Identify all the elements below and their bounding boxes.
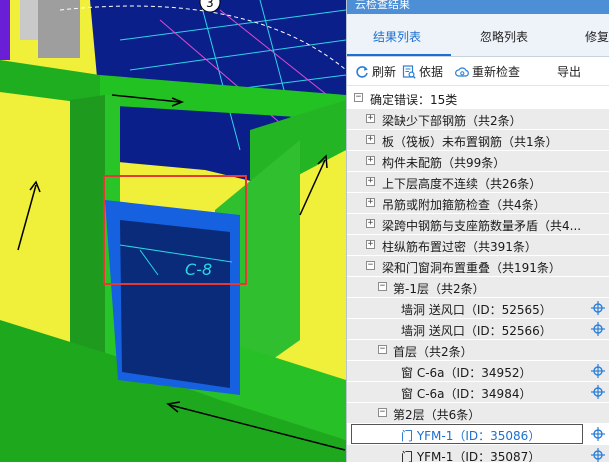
cloud-refresh-icon [455,66,469,77]
tree-category-label: 上下层高度不连续（共26条） [382,177,542,191]
cloud-check-panel: 云检查结果 结果列表 忽略列表 修复 刷新 依据 重新检查 导出 − 确定错误：… [346,0,609,462]
collapse-icon[interactable]: − [378,408,387,417]
viewport-canvas[interactable]: C-8 3 [0,0,346,462]
tree-root[interactable]: − 确定错误：15类 [347,88,609,109]
tree-item-label: 窗 C-6a（ID：34984） [401,387,532,401]
tree-item-label: 门 YFM-1（ID：35086） [401,429,541,443]
expand-icon[interactable]: + [366,114,375,123]
collapse-icon[interactable]: − [366,261,375,270]
expand-icon[interactable]: + [366,135,375,144]
tree-floor-label: 第-1层（共2条） [393,282,485,296]
tree-category-label: 构件未配筋（共99条） [382,156,506,170]
collapse-icon[interactable]: − [378,345,387,354]
refresh-icon [356,65,368,78]
tree-floor-label: 首层（共2条） [393,345,473,359]
tree-item[interactable]: 门 YFM-1（ID：35087） [347,445,609,462]
tree-category[interactable]: + 柱纵筋布置过密（共391条） [347,235,609,256]
refresh-button[interactable]: 刷新 [355,63,396,80]
expand-icon[interactable]: + [366,156,375,165]
collapse-icon[interactable]: − [354,93,363,102]
tab-ignore-list[interactable]: 忽略列表 [480,28,528,45]
locate-icon[interactable] [591,301,605,315]
tab-repair[interactable]: 修复 [585,28,609,45]
wall-tag-label: C-8 [185,260,212,279]
expand-icon[interactable]: + [366,240,375,249]
tree-floor[interactable]: − 第-1层（共2条） [347,277,609,298]
basis-button[interactable]: 依据 [402,63,443,80]
model-viewport[interactable]: C-8 3 [0,0,346,462]
recheck-button[interactable]: 重新检查 [455,63,520,80]
tree-item-selected[interactable]: 门 YFM-1（ID：35086） [347,424,609,445]
tree-floor[interactable]: − 首层（共2条） [347,340,609,361]
tree-category-label: 柱纵筋布置过密（共391条） [382,240,537,254]
tree-floor[interactable]: − 第2层（共6条） [347,403,609,424]
collapse-icon[interactable]: − [378,282,387,291]
basis-label: 依据 [419,65,444,79]
tree-category[interactable]: + 构件未配筋（共99条） [347,151,609,172]
tree-category[interactable]: + 板（筏板）未布置钢筋（共1条） [347,130,609,151]
refresh-label: 刷新 [372,65,397,79]
tab-active-indicator [347,54,451,56]
locate-icon[interactable] [591,385,605,399]
tree-item[interactable]: 墙洞 送风口（ID：52565） [347,298,609,319]
tree-item-label: 墙洞 送风口（ID：52565） [401,303,552,317]
tree-category[interactable]: + 梁跨中钢筋与支座筋数量矛盾（共4... [347,214,609,235]
expand-icon[interactable]: + [366,219,375,228]
tree-item[interactable]: 窗 C-6a（ID：34952） [347,361,609,382]
tree-category-label: 吊筋或附加箍筋检查（共4条） [382,198,546,212]
locate-icon[interactable] [591,322,605,336]
expand-icon[interactable]: + [366,177,375,186]
tree-item-label: 门 YFM-1（ID：35087） [401,450,541,462]
tab-bar: 结果列表 忽略列表 修复 [347,14,609,57]
tree-category[interactable]: + 上下层高度不连续（共26条） [347,172,609,193]
toolbar: 刷新 依据 重新检查 导出 [347,57,609,86]
tree-item[interactable]: 窗 C-6a（ID：34984） [347,382,609,403]
panel-title: 云检查结果 [347,0,609,14]
expand-icon[interactable]: + [366,198,375,207]
tab-result-list[interactable]: 结果列表 [373,28,421,45]
tree-category[interactable]: + 吊筋或附加箍筋检查（共4条） [347,193,609,214]
tree-item-label: 墙洞 送风口（ID：52566） [401,324,552,338]
tree-category-label: 梁缺少下部钢筋（共2条） [382,114,522,128]
tree-category-label: 梁跨中钢筋与支座筋数量矛盾（共4... [382,219,582,233]
tree-category[interactable]: + 梁缺少下部钢筋（共2条） [347,109,609,130]
tree-floor-label: 第2层（共6条） [393,408,481,422]
locate-icon[interactable] [591,448,605,462]
export-button[interactable]: 导出 [557,63,581,80]
document-search-icon [402,64,416,79]
tree-item-label: 窗 C-6a（ID：34952） [401,366,532,380]
locate-icon[interactable] [591,364,605,378]
recheck-label: 重新检查 [472,65,521,79]
tree-category-label: 梁和门窗洞布置重叠（共191条） [382,261,561,275]
tree-category-label: 板（筏板）未布置钢筋（共1条） [382,135,558,149]
locate-icon[interactable] [591,427,605,441]
marker-number: 3 [206,0,214,10]
tree-root-label: 确定错误：15类 [370,93,458,107]
tree-item[interactable]: 墙洞 送风口（ID：52566） [347,319,609,340]
export-label: 导出 [557,65,582,79]
tree-category-expanded[interactable]: − 梁和门窗洞布置重叠（共191条） [347,256,609,277]
